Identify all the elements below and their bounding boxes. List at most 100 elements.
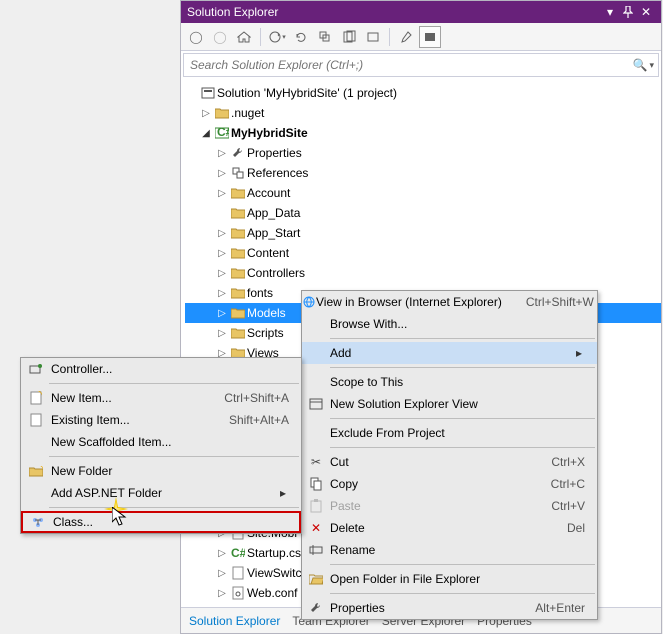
folder-icon — [213, 108, 231, 119]
svg-text:C#: C# — [231, 547, 245, 559]
refresh-button[interactable] — [290, 26, 312, 48]
menu-label: Add — [330, 346, 573, 360]
tree-node-references[interactable]: ▷References — [185, 163, 661, 183]
menu-browse-with[interactable]: Browse With... — [302, 313, 597, 335]
menu-label: Exclude From Project — [330, 426, 585, 440]
node-label: References — [247, 166, 308, 180]
menu-scope-to-this[interactable]: Scope to This — [302, 371, 597, 393]
controller-icon — [21, 363, 51, 375]
node-label: MyHybridSite — [231, 126, 308, 140]
menu-label: Class... — [53, 515, 287, 529]
node-label: Web.conf — [247, 586, 297, 600]
properties-button[interactable] — [395, 26, 417, 48]
menu-open-folder[interactable]: Open Folder in File Explorer — [302, 568, 597, 590]
menu-separator — [49, 456, 299, 457]
highlight-sparkle-icon — [104, 497, 128, 521]
pin-button[interactable] — [619, 3, 637, 21]
menu-label: Cut — [330, 455, 551, 469]
menu-delete[interactable]: ✕DeleteDel — [302, 517, 597, 539]
menu-view-in-browser[interactable]: View in Browser (Internet Explorer)Ctrl+… — [302, 291, 597, 313]
menu-label: Controller... — [51, 362, 289, 376]
search-dropdown-icon[interactable]: ▾ — [647, 60, 654, 71]
menu-new-solution-view[interactable]: New Solution Explorer View — [302, 393, 597, 415]
node-label: .nuget — [231, 106, 264, 120]
folder-icon — [229, 268, 247, 279]
tree-node-properties[interactable]: ▷Properties — [185, 143, 661, 163]
new-folder-icon: ✧ — [21, 466, 51, 477]
tree-node-content[interactable]: ▷Content — [185, 243, 661, 263]
menu-new-folder[interactable]: ✧New Folder — [21, 460, 301, 482]
collapse-all-button[interactable] — [314, 26, 336, 48]
svg-text:C#: C# — [217, 127, 229, 139]
cut-icon: ✂ — [302, 455, 330, 469]
window-icon — [302, 398, 330, 410]
csharp-project-icon: C# — [213, 127, 231, 139]
search-icon: 🔍 — [629, 58, 648, 72]
browser-icon — [302, 295, 316, 309]
menu-copy[interactable]: CopyCtrl+C — [302, 473, 597, 495]
menu-separator — [330, 447, 595, 448]
menu-class[interactable]: Class... — [21, 511, 301, 533]
search-box[interactable]: 🔍 ▾ — [183, 53, 659, 77]
view-code-button[interactable] — [419, 26, 441, 48]
solution-node[interactable]: Solution 'MyHybridSite' (1 project) — [185, 83, 661, 103]
menu-separator — [330, 367, 595, 368]
wrench-icon — [302, 602, 330, 614]
show-all-files-button[interactable] — [338, 26, 360, 48]
menu-label: Browse With... — [330, 317, 585, 331]
existing-item-icon — [21, 413, 51, 427]
tree-node-controllers[interactable]: ▷Controllers — [185, 263, 661, 283]
toolbar-separator — [389, 28, 390, 46]
menu-shortcut: Ctrl+Shift+A — [224, 391, 289, 405]
back-button[interactable]: ◯ — [185, 26, 207, 48]
menu-add[interactable]: Add▸ — [302, 342, 597, 364]
project-node[interactable]: ◢C#MyHybridSite — [185, 123, 661, 143]
context-menu-add: Controller... ✧New Item...Ctrl+Shift+A E… — [20, 357, 302, 534]
folder-icon — [229, 328, 247, 339]
context-menu-main: View in Browser (Internet Explorer)Ctrl+… — [301, 290, 598, 620]
folder-icon — [229, 288, 247, 299]
menu-existing-item[interactable]: Existing Item...Shift+Alt+A — [21, 409, 301, 431]
tree-node-appdata[interactable]: App_Data — [185, 203, 661, 223]
config-icon — [229, 586, 247, 600]
paste-icon — [302, 499, 330, 513]
menu-controller[interactable]: Controller... — [21, 358, 301, 380]
sync-button[interactable]: ▾ — [266, 26, 288, 48]
tree-node-account[interactable]: ▷Account — [185, 183, 661, 203]
copy-icon — [302, 477, 330, 491]
close-button[interactable]: ✕ — [637, 3, 655, 21]
wrench-icon — [229, 147, 247, 159]
tab-solution-explorer[interactable]: Solution Explorer — [189, 614, 280, 628]
search-input[interactable] — [188, 57, 629, 73]
window-dropdown-button[interactable]: ▾ — [601, 3, 619, 21]
menu-properties[interactable]: PropertiesAlt+Enter — [302, 597, 597, 619]
menu-asp-folder[interactable]: Add ASP.NET Folder▸ — [21, 482, 301, 504]
menu-scaffolded-item[interactable]: New Scaffolded Item... — [21, 431, 301, 453]
menu-separator — [49, 383, 299, 384]
menu-label: Copy — [330, 477, 551, 491]
menu-exclude[interactable]: Exclude From Project — [302, 422, 597, 444]
menu-separator — [330, 418, 595, 419]
menu-new-item[interactable]: ✧New Item...Ctrl+Shift+A — [21, 387, 301, 409]
tree-node-nuget[interactable]: ▷.nuget — [185, 103, 661, 123]
svg-text:✧: ✧ — [37, 391, 42, 399]
node-label: Controllers — [247, 266, 305, 280]
node-label: ViewSwitc — [247, 566, 301, 580]
menu-label: Delete — [330, 521, 567, 535]
menu-separator — [49, 507, 299, 508]
tree-node-appstart[interactable]: ▷App_Start — [185, 223, 661, 243]
folder-icon — [229, 188, 247, 199]
solution-icon — [199, 87, 217, 99]
node-label: Scripts — [247, 326, 284, 340]
home-button[interactable] — [233, 26, 255, 48]
references-icon — [229, 167, 247, 179]
menu-rename[interactable]: Rename — [302, 539, 597, 561]
menu-label: New Solution Explorer View — [330, 397, 585, 411]
forward-button[interactable]: ◯ — [209, 26, 231, 48]
menu-paste: PasteCtrl+V — [302, 495, 597, 517]
preview-button[interactable] — [362, 26, 384, 48]
menu-cut[interactable]: ✂CutCtrl+X — [302, 451, 597, 473]
node-label: Properties — [247, 146, 302, 160]
menu-shortcut: Ctrl+V — [551, 499, 585, 513]
menu-label: Open Folder in File Explorer — [330, 572, 585, 586]
